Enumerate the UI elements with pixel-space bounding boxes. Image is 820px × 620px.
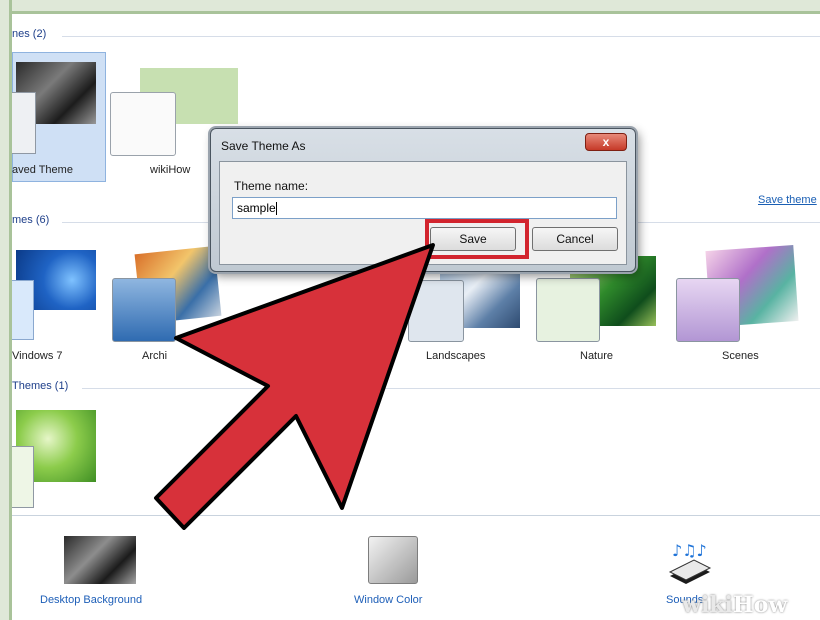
svg-text:♪♫♪: ♪♫♪ [672,541,707,560]
sounds-icon[interactable]: ♪♫♪ [664,536,714,586]
window-color-icon[interactable] [368,536,418,584]
theme-windows7-color-swatch[interactable] [12,280,34,340]
pointer-arrow-icon [154,243,435,530]
theme-name-value: sample [237,201,276,215]
wikihow-watermark: wikiHow [682,592,788,618]
theme-name-nature: Nature [580,350,614,362]
window-left-border [0,0,12,620]
theme-name-saved: aved Theme [12,164,73,176]
text-caret [275,202,277,216]
cancel-button[interactable]: Cancel [532,227,618,251]
section-my-themes-label: nes (2) [12,28,47,40]
section-divider [62,36,820,37]
desktop-background-icon[interactable] [64,536,136,584]
section-aero-themes-label: mes (6) [12,214,50,226]
theme-name-input[interactable]: sample [232,197,617,219]
theme-name-scenes: Scenes [722,350,759,362]
section-basic-themes-label: Themes (1) [12,380,69,392]
theme-nature-color-swatch[interactable] [536,278,600,342]
theme-scenes-color-swatch[interactable] [676,278,740,342]
theme-name-label: Theme name: [234,179,309,193]
close-icon[interactable]: x [585,133,627,151]
theme-name-wikihow: wikiHow [150,164,191,176]
theme-name-windows7: Vindows 7 [12,350,63,362]
window-color-link[interactable]: Window Color [354,594,422,606]
theme-wikihow-color-swatch[interactable] [110,92,176,156]
desktop-background-link[interactable]: Desktop Background [40,594,142,606]
save-theme-link[interactable]: Save theme [758,194,817,206]
window-top-border [0,0,820,14]
theme-saved-color-swatch [12,92,36,154]
theme-basic-color-swatch[interactable] [12,446,34,508]
dialog-title: Save Theme As [221,139,306,153]
